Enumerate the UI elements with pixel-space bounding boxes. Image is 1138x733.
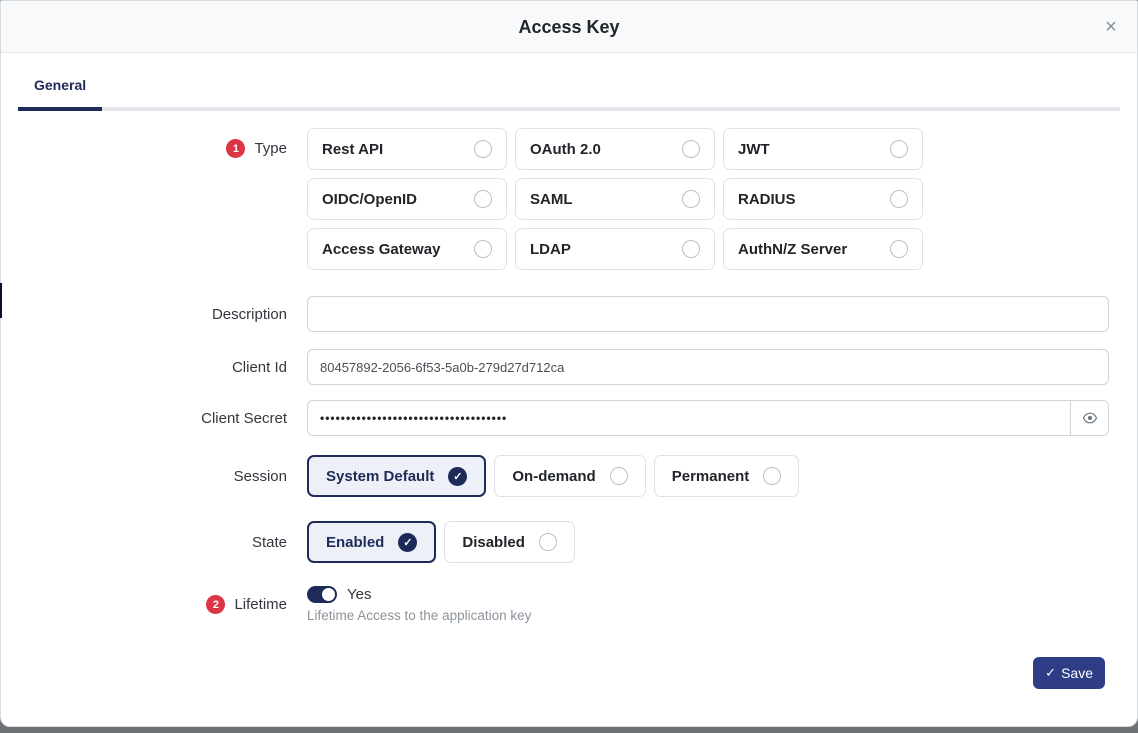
type-option-oidc-openid[interactable]: OIDC/OpenID	[307, 178, 507, 220]
save-button-label: Save	[1061, 665, 1093, 681]
session-options: System Default ✓ On-demand Permanent	[307, 455, 1109, 497]
type-option-ldap[interactable]: LDAP	[515, 228, 715, 270]
radio-icon[interactable]	[682, 240, 700, 258]
state-field-cell: Enabled ✓ Disabled	[307, 521, 1109, 563]
tab-active-indicator	[18, 107, 102, 111]
option-label: OAuth 2.0	[530, 141, 601, 158]
radio-icon[interactable]	[890, 240, 908, 258]
option-label: AuthN/Z Server	[738, 241, 847, 258]
eye-icon	[1082, 410, 1098, 426]
client-secret-row: Client Secret ••••••••••••••••••••••••••…	[1, 400, 1137, 436]
option-label: SAML	[530, 191, 573, 208]
tab-general-label: General	[34, 77, 86, 93]
step-badge-2: 2	[206, 595, 225, 614]
type-row: 1 Type Rest API OAuth 2.0	[1, 128, 1137, 270]
description-label: Description	[1, 306, 307, 323]
radio-icon[interactable]	[474, 190, 492, 208]
lifetime-toggle[interactable]	[307, 586, 337, 603]
state-row: State Enabled ✓ Disabled	[1, 521, 1137, 563]
close-icon[interactable]: ×	[1097, 1, 1125, 53]
radio-icon[interactable]	[890, 140, 908, 158]
tab-general[interactable]: General	[18, 77, 102, 107]
option-label: On-demand	[512, 468, 595, 485]
client-id-input[interactable]	[307, 349, 1109, 385]
modal-header: Access Key ×	[1, 1, 1137, 53]
access-key-form: 1 Type Rest API OAuth 2.0	[1, 111, 1137, 689]
lifetime-helper-text: Lifetime Access to the application key	[307, 608, 1109, 623]
client-secret-input[interactable]: ••••••••••••••••••••••••••••••••••••	[307, 400, 1109, 436]
client-id-label: Client Id	[1, 359, 307, 376]
lifetime-toggle-line: Yes	[307, 586, 1109, 603]
option-label: OIDC/OpenID	[322, 191, 417, 208]
option-label: Disabled	[462, 534, 525, 551]
radio-icon[interactable]	[682, 140, 700, 158]
type-option-access-gateway[interactable]: Access Gateway	[307, 228, 507, 270]
type-label-cell: 1 Type	[1, 128, 307, 158]
session-option-on-demand[interactable]: On-demand	[494, 455, 645, 497]
description-field-cell	[307, 296, 1109, 332]
type-option-authnz-server[interactable]: AuthN/Z Server	[723, 228, 923, 270]
radio-icon[interactable]	[610, 467, 628, 485]
option-label: JWT	[738, 141, 770, 158]
type-label: Type	[254, 140, 287, 157]
session-option-permanent[interactable]: Permanent	[654, 455, 800, 497]
client-secret-label: Client Secret	[1, 410, 307, 427]
radio-icon[interactable]	[890, 190, 908, 208]
client-secret-masked-value[interactable]: ••••••••••••••••••••••••••••••••••••	[308, 401, 1070, 435]
description-row: Description	[1, 296, 1137, 332]
session-row: Session System Default ✓ On-demand Perma…	[1, 455, 1137, 497]
check-circle-icon: ✓	[398, 533, 417, 552]
save-button[interactable]: ✓ Save	[1033, 657, 1105, 689]
option-label: Enabled	[326, 534, 384, 551]
state-options: Enabled ✓ Disabled	[307, 521, 1109, 563]
modal-title: Access Key	[1, 1, 1137, 53]
description-input[interactable]	[307, 296, 1109, 332]
type-option-jwt[interactable]: JWT	[723, 128, 923, 170]
state-label: State	[1, 534, 307, 551]
option-label: Access Gateway	[322, 241, 440, 258]
lifetime-label-cell: 2 Lifetime	[1, 595, 307, 614]
option-label: Rest API	[322, 141, 383, 158]
state-option-disabled[interactable]: Disabled	[444, 521, 575, 563]
type-options-grid: Rest API OAuth 2.0 JWT OIDC/OpenID	[307, 128, 1109, 270]
lifetime-field-cell: Yes Lifetime Access to the application k…	[307, 586, 1109, 623]
client-secret-field-cell: ••••••••••••••••••••••••••••••••••••	[307, 400, 1109, 436]
option-label: LDAP	[530, 241, 571, 258]
radio-icon[interactable]	[474, 140, 492, 158]
reveal-secret-button[interactable]	[1070, 401, 1108, 435]
step-badge-1: 1	[226, 139, 245, 158]
client-id-field-cell	[307, 349, 1109, 385]
lifetime-toggle-label: Yes	[347, 586, 371, 603]
radio-icon[interactable]	[474, 240, 492, 258]
radio-icon[interactable]	[539, 533, 557, 551]
radio-icon[interactable]	[763, 467, 781, 485]
type-option-oauth2[interactable]: OAuth 2.0	[515, 128, 715, 170]
modal-footer: ✓ Save	[1, 623, 1137, 689]
check-icon: ✓	[1045, 665, 1056, 681]
state-option-enabled[interactable]: Enabled ✓	[307, 521, 436, 563]
lifetime-row: 2 Lifetime Yes Lifetime Access to the ap…	[1, 586, 1137, 623]
type-option-saml[interactable]: SAML	[515, 178, 715, 220]
client-id-row: Client Id	[1, 349, 1137, 385]
check-circle-icon: ✓	[448, 467, 467, 486]
type-option-radius[interactable]: RADIUS	[723, 178, 923, 220]
option-label: RADIUS	[738, 191, 796, 208]
type-field: Rest API OAuth 2.0 JWT OIDC/OpenID	[307, 128, 1109, 270]
session-option-system-default[interactable]: System Default ✓	[307, 455, 486, 497]
page-backdrop: Access Key × General 1 Type Rest API	[0, 0, 1138, 733]
session-label: Session	[1, 468, 307, 485]
session-field-cell: System Default ✓ On-demand Permanent	[307, 455, 1109, 497]
toggle-knob	[322, 588, 335, 601]
tab-bar: General	[18, 53, 1120, 111]
lifetime-label: Lifetime	[234, 596, 287, 613]
option-label: System Default	[326, 468, 434, 485]
access-key-modal: Access Key × General 1 Type Rest API	[0, 0, 1138, 727]
option-label: Permanent	[672, 468, 750, 485]
radio-icon[interactable]	[682, 190, 700, 208]
type-option-rest-api[interactable]: Rest API	[307, 128, 507, 170]
backdrop-sliver	[0, 283, 2, 318]
